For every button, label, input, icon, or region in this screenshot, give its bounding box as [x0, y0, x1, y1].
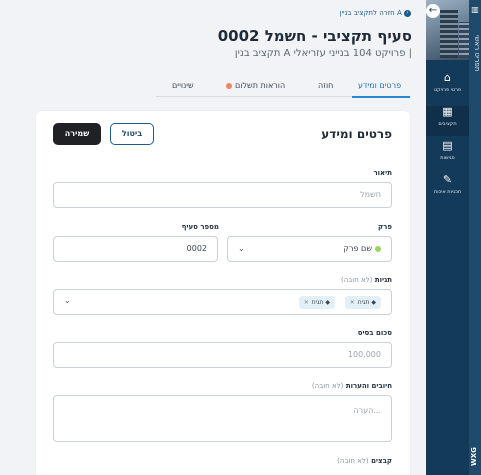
card-title: פרטים ומידע — [321, 127, 392, 141]
description-placeholder: חשמל — [360, 190, 381, 199]
notes-label-text: חיובים והערות — [345, 382, 392, 390]
building-icon[interactable]: ▥ — [470, 5, 480, 17]
notes-placeholder: הערה... — [353, 406, 381, 415]
tag-chip[interactable]: ✕ תגית ◆ — [344, 296, 381, 309]
chapter-select[interactable]: ⌄ שם פרק — [227, 236, 392, 262]
tag-chip-label: תגית — [311, 299, 324, 306]
status-dot — [226, 82, 232, 89]
base-amount-field[interactable]: 100,000 — [53, 342, 392, 368]
tags-label-text: תגיות — [374, 276, 392, 284]
breadcrumb-label: חזרה לתקציב בניין A — [339, 9, 402, 17]
item-number-field[interactable]: 0002 — [53, 236, 218, 262]
description-label: תיאור — [373, 169, 392, 177]
app-logo: WXG — [470, 447, 478, 467]
sidebar-item-label: פרטי פרויקט — [433, 87, 462, 93]
right-rail: ▥ תפריט ראשי WXG — [469, 0, 481, 475]
optional-hint: (לא חובה) — [311, 382, 344, 390]
tab-bar: פרטים ומידע חוזה הוראות תשלום שינויים — [156, 79, 410, 97]
tab-changes[interactable]: שינויים — [172, 81, 194, 90]
arrow-left-icon: ← — [428, 5, 438, 16]
tab-payment-orders[interactable]: הוראות תשלום — [226, 81, 285, 90]
active-tab-indicator — [352, 96, 410, 98]
tab-details[interactable]: פרטים ומידע — [358, 81, 401, 90]
calendar-icon: ▤ — [442, 139, 453, 152]
sidebar-item-label: פגישות — [440, 155, 455, 161]
files-label-text: קבצים — [371, 457, 392, 465]
chevron-down-icon: ⌄ — [64, 296, 71, 305]
page-subtitle: תקציב בנין A פרויקט 104 בנייני עזריאלי | — [234, 48, 412, 59]
rail-label[interactable]: תפריט ראשי — [469, 28, 481, 78]
sidebar-item-label: תקציבים — [438, 121, 457, 127]
notes-textarea[interactable]: הערה... — [53, 395, 392, 442]
document-icon: ✎ — [442, 173, 453, 186]
sidebar-item-quality-plans[interactable]: ✎ תכניות איכות — [426, 174, 469, 204]
tag-chip-label: תגית — [357, 299, 370, 306]
tab-label: הוראות תשלום — [235, 81, 286, 90]
tab-contract[interactable]: חוזה — [318, 81, 333, 90]
project-info-icon: ⌂ — [444, 71, 451, 84]
tags-select[interactable]: ⌄ ✕ תגית ◆ ✕ תגית ◆ — [53, 289, 392, 315]
chapter-label: פרק — [378, 223, 392, 231]
files-label: (לא חובה) קבצים — [337, 457, 392, 465]
chapter-value: שם פרק — [343, 244, 372, 253]
remove-tag-icon[interactable]: ✕ — [350, 299, 355, 306]
tag-icon: ◆ — [325, 299, 330, 306]
optional-hint: (לא חובה) — [340, 276, 373, 284]
notes-label: (לא חובה) חיובים והערות — [312, 382, 392, 390]
item-number-value: 0002 — [186, 244, 207, 253]
base-amount-placeholder: 100,000 — [347, 350, 381, 359]
optional-hint: (לא חובה) — [337, 457, 369, 465]
sidebar-item-label: תכניות איכות — [433, 189, 462, 195]
tag-chip[interactable]: ✕ תגית ◆ — [298, 296, 335, 309]
tags-label: (לא חובה) תגיות — [341, 276, 392, 284]
page-title: סעיף תקציבי - חשמל 0002 — [217, 27, 412, 45]
cancel-button[interactable]: ביטול — [110, 123, 154, 145]
sidebar-item-project-info[interactable]: ⌂ פרטי פרויקט — [426, 72, 469, 102]
back-button[interactable]: ← — [426, 4, 440, 18]
details-card: פרטים ומידע שמירה ביטול תיאור חשמל פרק ⌄… — [36, 111, 410, 475]
sidebar: ⌂ פרטי פרויקט ▦ תקציבים ▤ פגישות ✎ תכניו… — [426, 0, 469, 475]
breadcrumb[interactable]: חזרה לתקציב בניין A › — [200, 9, 411, 17]
base-amount-label: סכום בסיס — [357, 329, 392, 337]
budget-icon: ▦ — [442, 105, 453, 118]
tag-icon: ◆ — [371, 299, 376, 306]
sidebar-item-budgets[interactable]: ▦ תקציבים — [426, 106, 469, 136]
sidebar-item-meetings[interactable]: ▤ פגישות — [426, 140, 469, 170]
description-field[interactable]: חשמל — [53, 182, 392, 208]
chapter-color-dot — [375, 245, 381, 252]
item-number-label: מספר סעיף — [181, 223, 219, 231]
chevron-down-icon: ⌄ — [238, 244, 245, 253]
chevron-right-icon: › — [404, 9, 411, 17]
save-button[interactable]: שמירה — [53, 123, 101, 145]
remove-tag-icon[interactable]: ✕ — [304, 299, 309, 306]
